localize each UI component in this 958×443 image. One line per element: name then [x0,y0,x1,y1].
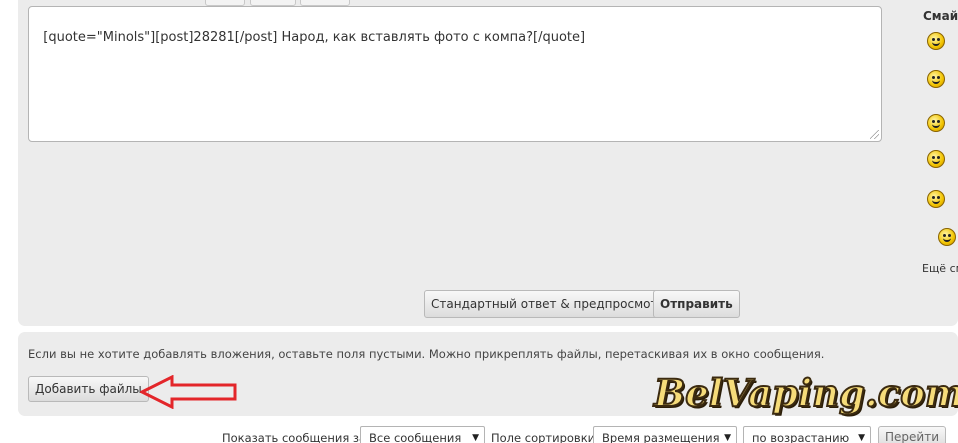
more-smilies-link[interactable]: Ещё см [922,262,958,275]
preview-button[interactable]: Стандартный ответ & предпросмотр [424,290,673,318]
submit-button[interactable]: Отправить [653,290,740,318]
chevron-down-icon: ▼ [724,433,731,443]
message-textarea[interactable]: [quote="Minols"][post]28281[/post] Народ… [28,6,882,142]
chevron-down-icon: ▼ [858,433,865,443]
sort-field-value: Время размещения [602,431,720,443]
cool-sunglasses-smiley-icon[interactable] [927,190,945,208]
show-posts-value: Все сообщения [369,431,462,443]
go-button[interactable]: Перейти [878,426,946,443]
watermark-logo: BelVaping.com [653,370,958,416]
show-posts-select[interactable]: Все сообщения ▼ [360,426,485,443]
sort-order-value: по возрастанию [752,431,850,443]
attachments-hint: Если вы не хотите добавлять вложения, ос… [28,347,825,361]
question-smiley-icon[interactable] [927,150,945,168]
smilies-title: Смайл [923,9,958,23]
show-posts-label: Показать сообщения за: [222,431,370,443]
sort-field-select[interactable]: Время размещения ▼ [593,426,737,443]
grin-smiley-icon[interactable] [927,32,945,50]
sort-field-label: Поле сортировки [491,431,596,443]
resize-grip-icon[interactable] [870,130,879,139]
red-arrow-icon [140,375,237,409]
hat-smiley-icon[interactable] [938,228,956,246]
message-text: [quote="Minols"][post]28281[/post] Народ… [43,30,586,45]
sort-order-select[interactable]: по возрастанию ▼ [743,426,871,443]
chevron-down-icon: ▼ [472,433,479,443]
add-files-button[interactable]: Добавить файлы [28,376,149,402]
thinking-smiley-icon[interactable] [927,70,945,88]
tongue-smiley-icon[interactable] [927,114,945,132]
